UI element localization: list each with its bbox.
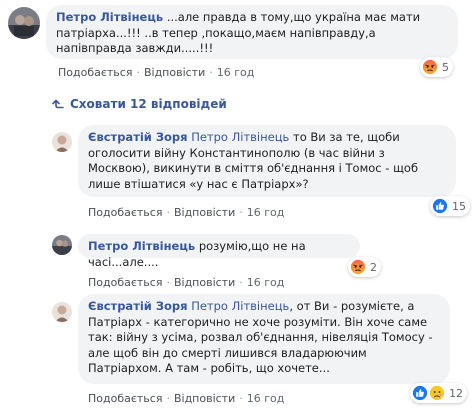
reply-bubble: Петро Літвінець розумію,що не на часі...… <box>78 234 360 269</box>
like-link[interactable]: Подобається <box>88 276 162 289</box>
reply-bubble: Євстратій Зоря Петро Літвінець, от Ви - … <box>78 294 450 384</box>
avatar-photo <box>52 235 72 255</box>
reactions-summary[interactable]: 12 <box>410 383 467 403</box>
angry-icon <box>422 59 438 75</box>
reply-mention[interactable]: Петро Літвінець <box>191 130 289 144</box>
separator-dot: · <box>239 392 243 405</box>
reply-actions: Подобається · Відповісти · 16 год <box>88 206 284 219</box>
comment-author[interactable]: Петро Літвінець <box>56 10 163 24</box>
separator-dot: · <box>209 66 213 79</box>
like-link[interactable]: Подобається <box>58 66 132 79</box>
avatar-photo <box>8 7 40 39</box>
avatar[interactable] <box>8 7 40 39</box>
avatar-photo <box>52 302 72 322</box>
comment-actions: Подобається · Відповісти · 16 год <box>58 66 254 79</box>
timestamp[interactable]: 16 год <box>217 66 255 79</box>
hide-replies-label: Сховати 12 відповідей <box>70 97 227 111</box>
reactions-summary[interactable]: 15 <box>430 196 470 216</box>
avatar-photo <box>52 132 72 152</box>
reply-author[interactable]: Петро Літвінець <box>88 239 195 253</box>
reply-link[interactable]: Відповісти <box>144 66 205 79</box>
reply-actions: Подобається · Відповісти · 16 год <box>88 276 284 289</box>
separator-dot: · <box>166 276 170 289</box>
reply-link[interactable]: Відповісти <box>174 206 235 219</box>
reactions-summary[interactable]: 5 <box>420 57 453 77</box>
reply-author[interactable]: Євстратій Зоря <box>88 299 188 313</box>
sad-icon <box>429 385 445 401</box>
timestamp[interactable]: 16 год <box>247 276 285 289</box>
timestamp[interactable]: 16 год <box>247 392 285 405</box>
reply-link[interactable]: Відповісти <box>174 392 235 405</box>
reaction-count: 12 <box>449 386 463 400</box>
reply-author[interactable]: Євстратій Зоря <box>88 130 188 144</box>
separator-dot: · <box>239 276 243 289</box>
curved-arrow-up-icon <box>52 99 64 109</box>
reply-link[interactable]: Відповісти <box>174 276 235 289</box>
separator-dot: · <box>166 392 170 405</box>
avatar[interactable] <box>52 235 72 255</box>
like-link[interactable]: Подобається <box>88 392 162 405</box>
avatar[interactable] <box>52 132 72 152</box>
separator-dot: · <box>166 206 170 219</box>
like-link[interactable]: Подобається <box>88 206 162 219</box>
avatar[interactable] <box>52 302 72 322</box>
like-icon <box>432 198 448 214</box>
reaction-count: 2 <box>370 260 377 274</box>
separator-dot: · <box>239 206 243 219</box>
comment-bubble: Петро Літвінець ...але правда в тому,що … <box>46 5 458 59</box>
reaction-count: 15 <box>452 199 466 213</box>
like-icon <box>412 385 428 401</box>
reply-actions: Подобається · Відповісти · 16 год <box>88 392 284 405</box>
reply-bubble: Євстратій Зоря Петро Літвінець то Ви за … <box>78 125 456 197</box>
reaction-count: 5 <box>442 60 449 74</box>
hide-replies-link[interactable]: Сховати 12 відповідей <box>52 97 227 111</box>
reactions-summary[interactable]: 2 <box>348 257 381 277</box>
angry-icon <box>350 259 366 275</box>
reply-mention[interactable]: Петро Літвінець <box>191 299 289 313</box>
separator-dot: · <box>136 66 140 79</box>
timestamp[interactable]: 16 год <box>247 206 285 219</box>
